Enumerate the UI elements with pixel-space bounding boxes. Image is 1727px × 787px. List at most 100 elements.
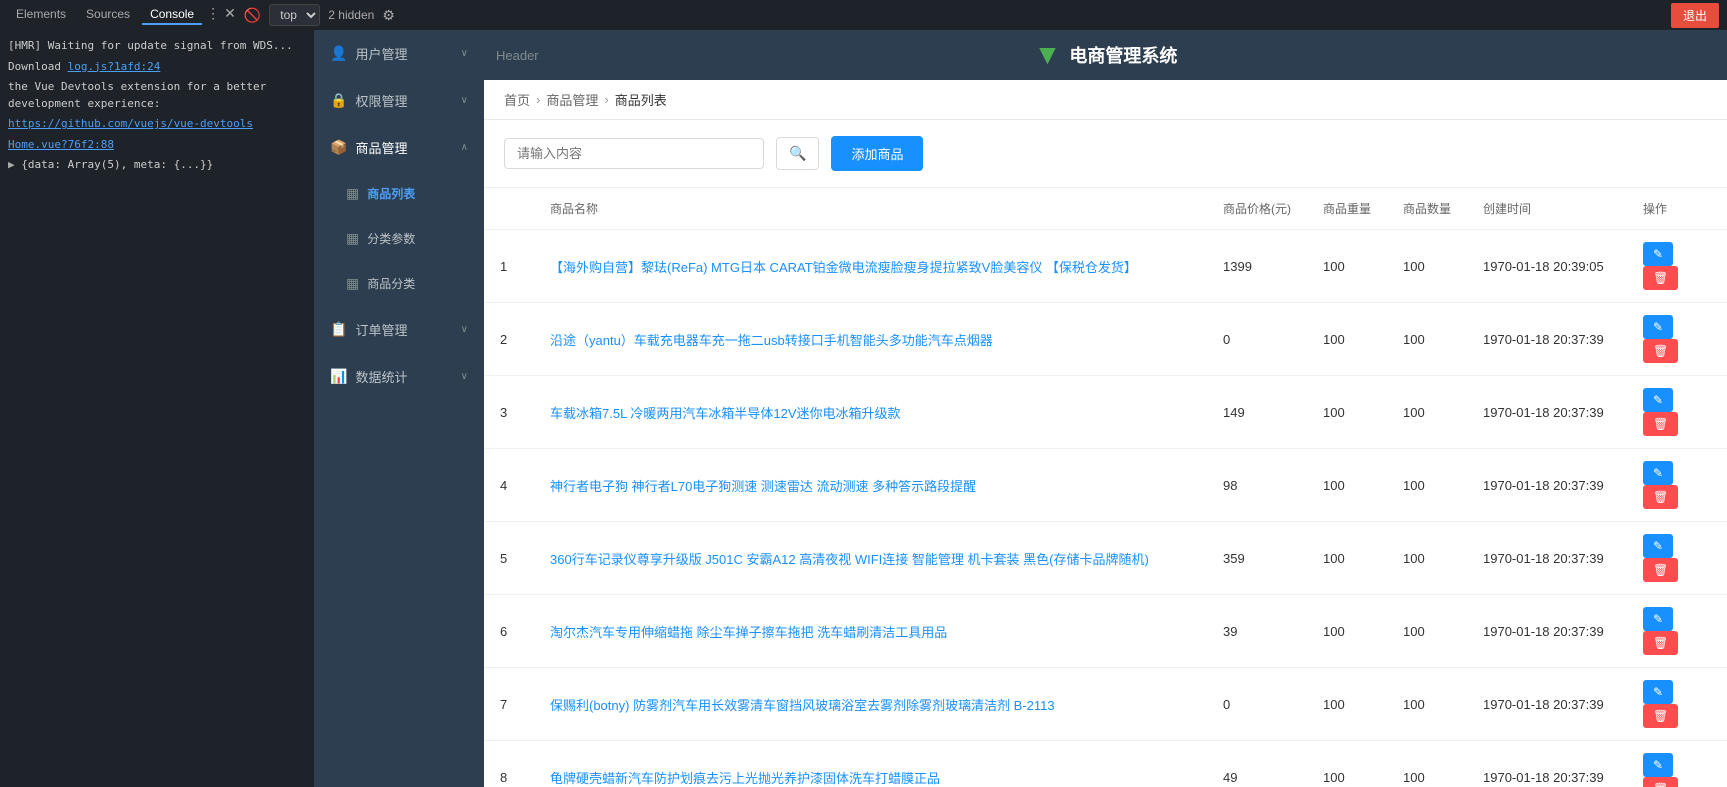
cell-qty: 100 <box>1387 376 1467 449</box>
delete-button[interactable]: 🗑 <box>1643 631 1678 655</box>
log-link[interactable]: log.js?1afd:24 <box>68 60 161 73</box>
breadcrumb-goods-mgmt[interactable]: 商品管理 <box>546 90 598 109</box>
grid-icon-2: ▦ <box>346 230 359 247</box>
cell-weight: 100 <box>1307 230 1387 303</box>
add-goods-button[interactable]: 添加商品 <box>831 136 923 171</box>
delete-button[interactable]: 🗑 <box>1643 777 1678 787</box>
main-area: Header ▼ 电商管理系统 首页 › 商品管理 › 商品列表 🔍 添加商品 <box>484 30 1727 787</box>
cell-action: ✎ 🗑 <box>1627 303 1727 376</box>
elements-tab[interactable]: Elements <box>8 5 74 25</box>
more-tabs-icon[interactable]: ⋮ <box>206 5 220 25</box>
delete-button[interactable]: 🗑 <box>1643 339 1678 363</box>
hmr-text: [HMR] Waiting for update signal from WDS… <box>8 39 293 52</box>
edit-button[interactable]: ✎ <box>1643 753 1673 777</box>
cell-weight: 100 <box>1307 303 1387 376</box>
edit-button[interactable]: ✎ <box>1643 680 1673 704</box>
cell-name: 保赐利(botny) 防雾剂汽车用长效雾清车窗挡风玻璃浴室去雾剂除雾剂玻璃清洁剂… <box>534 668 1207 741</box>
delete-button[interactable]: 🗑 <box>1643 266 1678 290</box>
edit-button[interactable]: ✎ <box>1643 388 1673 412</box>
sources-tab[interactable]: Sources <box>78 5 138 25</box>
breadcrumb-sep-1: › <box>536 92 540 107</box>
sidebar-label-goods-category: 商品分类 <box>367 275 468 292</box>
cell-qty: 100 <box>1387 741 1467 787</box>
context-select[interactable]: top <box>269 4 320 26</box>
table-row: 8 龟牌硬壳蜡新汽车防护划痕去污上光抛光养护漆固体洗车打蜡膜正品 49 100 … <box>484 741 1727 787</box>
close-devtools-icon[interactable]: ✕ <box>224 5 236 25</box>
cell-time: 1970-01-18 20:37:39 <box>1467 376 1627 449</box>
sidebar-label-goods-list: 商品列表 <box>367 185 468 202</box>
cell-name: 沿途（yantu）车载充电器车充一拖二usb转接口手机智能头多功能汽车点烟器 <box>534 303 1207 376</box>
sidebar-item-user-mgmt[interactable]: 👤 用户管理 ∨ <box>314 30 484 77</box>
edit-button[interactable]: ✎ <box>1643 607 1673 631</box>
dev-line-4: https://github.com/vuejs/vue-devtools <box>8 116 306 133</box>
sidebar-item-order-mgmt[interactable]: 📋 订单管理 ∨ <box>314 306 484 353</box>
goods-table-container: 商品名称 商品价格(元) 商品重量 商品数量 创建时间 操作 1 【海外购自营】… <box>484 188 1727 787</box>
cell-time: 1970-01-18 20:37:39 <box>1467 449 1627 522</box>
sidebar-item-goods-mgmt[interactable]: 📦 商品管理 ∧ <box>314 124 484 171</box>
chevron-down-icon-3: ∨ <box>461 324 468 335</box>
breadcrumb-home[interactable]: 首页 <box>504 90 530 109</box>
edit-button[interactable]: ✎ <box>1643 461 1673 485</box>
edit-button[interactable]: ✎ <box>1643 534 1673 558</box>
cell-qty: 100 <box>1387 230 1467 303</box>
cell-action: ✎ 🗑 <box>1627 668 1727 741</box>
sidebar-item-data-stats[interactable]: 📊 数据统计 ∨ <box>314 353 484 400</box>
cell-weight: 100 <box>1307 522 1387 595</box>
sidebar-item-goods-list[interactable]: ▦ 商品列表 <box>314 171 484 216</box>
cell-price: 149 <box>1207 376 1307 449</box>
cell-weight: 100 <box>1307 668 1387 741</box>
sidebar-item-perm-mgmt[interactable]: 🔒 权限管理 ∨ <box>314 77 484 124</box>
table-row: 5 360行车记录仪尊享升级版 J501C 安霸A12 高清夜视 WIFI连接 … <box>484 522 1727 595</box>
cell-weight: 100 <box>1307 741 1387 787</box>
cell-price: 359 <box>1207 522 1307 595</box>
cell-price: 49 <box>1207 741 1307 787</box>
delete-button[interactable]: 🗑 <box>1643 412 1678 436</box>
delete-button[interactable]: 🗑 <box>1643 485 1678 509</box>
sidebar-label-perm-mgmt: 权限管理 <box>355 91 452 110</box>
table-row: 4 神行者电子狗 神行者L70电子狗测速 测速雷达 流动测速 多种答示路段提醒 … <box>484 449 1727 522</box>
console-tab[interactable]: Console <box>142 5 202 25</box>
cell-name: 神行者电子狗 神行者L70电子狗测速 测速雷达 流动测速 多种答示路段提醒 <box>534 449 1207 522</box>
cell-qty: 100 <box>1387 303 1467 376</box>
delete-button[interactable]: 🗑 <box>1643 704 1678 728</box>
home-vue-link[interactable]: Home.vue?76f2:88 <box>8 138 114 151</box>
exit-button[interactable]: 退出 <box>1671 3 1719 28</box>
dev-panel: [HMR] Waiting for update signal from WDS… <box>0 30 314 787</box>
dev-line-5: Home.vue?76f2:88 <box>8 137 306 154</box>
cell-weight: 100 <box>1307 595 1387 668</box>
delete-button[interactable]: 🗑 <box>1643 558 1678 582</box>
cell-time: 1970-01-18 20:37:39 <box>1467 595 1627 668</box>
search-input[interactable] <box>504 138 764 169</box>
no-entry-icon[interactable]: 🚫 <box>244 7 261 24</box>
cell-name: 车载冰箱7.5L 冷暖两用汽车冰箱半导体12V迷你电冰箱升级款 <box>534 376 1207 449</box>
sidebar: 👤 用户管理 ∨ 🔒 权限管理 ∨ 📦 商品管理 ∧ ▦ 商品列表 ▦ 分类参数… <box>314 30 484 787</box>
cell-qty: 100 <box>1387 449 1467 522</box>
edit-button[interactable]: ✎ <box>1643 242 1673 266</box>
cell-no: 6 <box>484 595 534 668</box>
github-link[interactable]: https://github.com/vuejs/vue-devtools <box>8 117 253 130</box>
chevron-down-icon: ∨ <box>461 48 468 59</box>
edit-button[interactable]: ✎ <box>1643 315 1673 339</box>
cell-no: 8 <box>484 741 534 787</box>
cell-price: 39 <box>1207 595 1307 668</box>
sidebar-item-goods-params[interactable]: ▦ 分类参数 <box>314 216 484 261</box>
cell-time: 1970-01-18 20:37:39 <box>1467 303 1627 376</box>
lock-icon: 🔒 <box>330 92 347 109</box>
cell-action: ✎ 🗑 <box>1627 376 1727 449</box>
cell-time: 1970-01-18 20:37:39 <box>1467 668 1627 741</box>
settings-icon[interactable]: ⚙ <box>382 7 395 24</box>
cell-time: 1970-01-18 20:39:05 <box>1467 230 1627 303</box>
col-header-action: 操作 <box>1627 188 1727 230</box>
cell-time: 1970-01-18 20:37:39 <box>1467 522 1627 595</box>
cell-no: 1 <box>484 230 534 303</box>
breadcrumb-sep-2: › <box>604 92 608 107</box>
col-header-qty: 商品数量 <box>1387 188 1467 230</box>
cell-action: ✎ 🗑 <box>1627 230 1727 303</box>
chart-icon: 📊 <box>330 368 347 385</box>
search-button[interactable]: 🔍 <box>776 137 819 170</box>
dev-line-6: ▶ {data: Array(5), meta: {...}} <box>8 157 306 174</box>
cell-weight: 100 <box>1307 376 1387 449</box>
goods-icon: 📦 <box>330 139 347 156</box>
sidebar-item-goods-category[interactable]: ▦ 商品分类 <box>314 261 484 306</box>
dev-line-2: Download log.js?1afd:24 <box>8 59 306 76</box>
